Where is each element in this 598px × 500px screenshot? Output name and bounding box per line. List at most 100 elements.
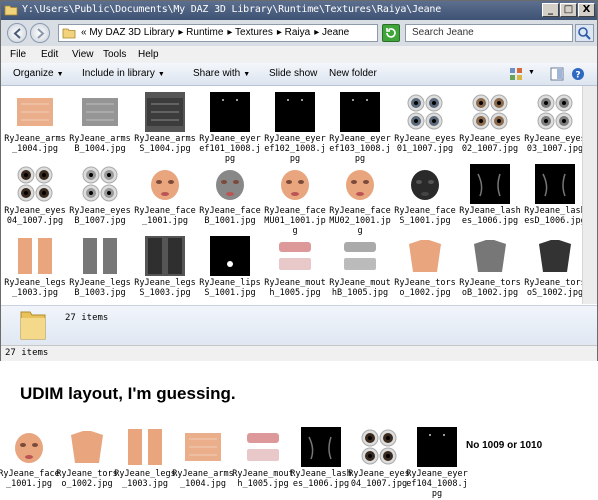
thumbnail-image <box>145 236 185 276</box>
file-item[interactable]: RyJeane_arms_1004.jpg <box>3 90 67 162</box>
thumbnail-image <box>80 236 120 276</box>
forward-button[interactable] <box>30 23 50 43</box>
search-input[interactable]: Search Jeane <box>405 24 573 42</box>
file-item[interactable]: RyJeane_torsoB_1002.jpg <box>458 234 522 306</box>
back-button[interactable] <box>7 23 27 43</box>
details-pane: 27 items <box>1 305 597 346</box>
thumbnail <box>535 92 575 132</box>
menu-edit[interactable]: Edit <box>41 49 58 60</box>
thumbnail <box>80 236 120 276</box>
preview-pane-icon[interactable] <box>550 67 564 81</box>
file-item[interactable]: RyJeane_mouth_1005.jpg <box>231 425 295 497</box>
file-item[interactable]: RyJeane_lashesD_1006.jpg <box>523 162 587 234</box>
file-item[interactable]: RyJeane_eyeref101_1008.jpg <box>198 90 262 164</box>
thumbnail <box>405 236 445 276</box>
file-item[interactable]: RyJeane_eyes01_1007.jpg <box>393 90 457 162</box>
file-name: RyJeane_torsoB_1002.jpg <box>459 278 521 298</box>
share-with-button[interactable]: Share with ▼ <box>193 68 250 79</box>
file-name: RyJeane_eyesB_1007.jpg <box>69 206 131 226</box>
new-folder-button[interactable]: New folder <box>329 68 377 79</box>
file-item[interactable]: RyJeane_faceS_1001.jpg <box>393 162 457 234</box>
breadcrumb-item[interactable]: ▸ Runtime <box>178 27 223 38</box>
file-item[interactable]: RyJeane_lipsS_1001.jpg <box>198 234 262 306</box>
thumbnail <box>470 92 510 132</box>
title-bar[interactable]: Y:\Users\Public\Documents\My DAZ 3D Libr… <box>1 1 597 20</box>
thumbnail-image <box>9 427 49 467</box>
vertical-scrollbar[interactable] <box>582 86 597 304</box>
thumbnail <box>535 164 575 204</box>
file-item[interactable]: RyJeane_eyes03_1007.jpg <box>523 90 587 162</box>
thumbnail-image <box>210 164 250 204</box>
breadcrumb-item[interactable]: « My DAZ 3D Library <box>81 27 174 38</box>
file-list[interactable]: RyJeane_arms_1004.jpg RyJeane_armsB_1004.… <box>1 86 586 306</box>
menu-view[interactable]: View <box>72 49 94 60</box>
file-item[interactable]: RyJeane_lashes_1006.jpg <box>289 425 353 497</box>
close-button[interactable]: X <box>578 3 595 17</box>
file-item[interactable]: RyJeane_eyeref102_1008.jpg <box>263 90 327 164</box>
file-item[interactable]: RyJeane_torso_1002.jpg <box>393 234 457 306</box>
thumbnail-image <box>301 427 341 467</box>
thumbnail-image <box>15 164 55 204</box>
address-box[interactable]: « My DAZ 3D Library ▸ Runtime ▸ Textures ▸ … <box>58 24 378 42</box>
file-item[interactable]: RyJeane_legsB_1003.jpg <box>68 234 132 306</box>
change-view-icon[interactable] <box>509 67 523 81</box>
thumbnail <box>340 164 380 204</box>
menu-file[interactable]: File <box>10 49 26 60</box>
menu-help[interactable]: Help <box>138 49 159 60</box>
file-item[interactable]: RyJeane_mouth_1005.jpg <box>263 234 327 306</box>
file-item[interactable]: RyJeane_torsoS_1002.jpg <box>523 234 587 306</box>
file-item[interactable]: RyJeane_mouthB_1005.jpg <box>328 234 392 306</box>
thumbnail <box>243 427 283 467</box>
file-name: RyJeane_eyeref102_1008.jpg <box>264 134 326 164</box>
file-item[interactable]: RyJeane_legs_1003.jpg <box>113 425 177 497</box>
dropdown-arrow-icon: ▼ <box>243 71 251 78</box>
file-item[interactable]: RyJeane_face_1001.jpg <box>0 425 61 497</box>
search-button[interactable] <box>575 24 594 42</box>
thumbnail <box>210 92 250 132</box>
file-name: RyJeane_faceMU02_1001.jpg <box>329 206 391 236</box>
breadcrumb-item[interactable]: ▸ Jeane <box>314 27 349 38</box>
maximize-button[interactable]: □ <box>560 3 577 17</box>
file-item[interactable]: RyJeane_eyeref103_1008.jpg <box>328 90 392 164</box>
minimize-button[interactable]: _ <box>542 3 559 17</box>
file-item[interactable]: RyJeane_faceMU01_1001.jpg <box>263 162 327 236</box>
menu-tools[interactable]: Tools <box>103 49 126 60</box>
file-item[interactable]: RyJeane_legsS_1003.jpg <box>133 234 197 306</box>
file-item[interactable]: RyJeane_eyeref104_1008.jpg <box>405 425 469 499</box>
file-item[interactable]: RyJeane_lashes_1006.jpg <box>458 162 522 234</box>
file-name: RyJeane_legsS_1003.jpg <box>134 278 196 298</box>
thumbnail <box>535 236 575 276</box>
thumbnail-image <box>535 164 575 204</box>
slide-show-button[interactable]: Slide show <box>269 68 317 79</box>
organize-button[interactable]: Organize ▼ <box>13 68 64 79</box>
help-icon[interactable]: ? <box>571 67 585 81</box>
view-dropdown-icon[interactable]: ▼ <box>528 69 535 76</box>
breadcrumb-item[interactable]: ▸ Raiya <box>277 27 310 38</box>
thumbnail-image <box>67 427 107 467</box>
thumbnail <box>470 236 510 276</box>
file-item[interactable]: RyJeane_face_1001.jpg <box>133 162 197 234</box>
explorer-window: Y:\Users\Public\Documents\My DAZ 3D Libr… <box>0 0 598 361</box>
refresh-button[interactable] <box>382 24 400 42</box>
file-item[interactable]: RyJeane_eyes02_1007.jpg <box>458 90 522 162</box>
file-item[interactable]: RyJeane_legs_1003.jpg <box>3 234 67 306</box>
file-item[interactable]: RyJeane_eyes04_1007.jpg <box>347 425 411 497</box>
file-name: RyJeane_arms_1004.jpg <box>4 134 66 154</box>
status-bar: 27 items <box>1 345 597 361</box>
file-item[interactable]: RyJeane_faceB_1001.jpg <box>198 162 262 234</box>
file-name: RyJeane_mouthB_1005.jpg <box>329 278 391 298</box>
file-item[interactable]: RyJeane_armsS_1004.jpg <box>133 90 197 162</box>
thumbnail <box>275 236 315 276</box>
thumbnail-image <box>145 92 185 132</box>
file-name: RyJeane_torso_1002.jpg <box>394 278 456 298</box>
file-item[interactable]: RyJeane_faceMU02_1001.jpg <box>328 162 392 236</box>
file-item[interactable]: RyJeane_armsB_1004.jpg <box>68 90 132 162</box>
include-in-library-label: Include in library <box>82 68 155 79</box>
file-item[interactable]: RyJeane_eyesB_1007.jpg <box>68 162 132 234</box>
breadcrumb-item[interactable]: ▸ Textures <box>227 27 272 38</box>
include-in-library-button[interactable]: Include in library ▼ <box>82 68 165 79</box>
file-item[interactable]: RyJeane_arms_1004.jpg <box>171 425 235 497</box>
thumbnail <box>359 427 399 467</box>
file-item[interactable]: RyJeane_torso_1002.jpg <box>55 425 119 497</box>
file-item[interactable]: RyJeane_eyes04_1007.jpg <box>3 162 67 234</box>
